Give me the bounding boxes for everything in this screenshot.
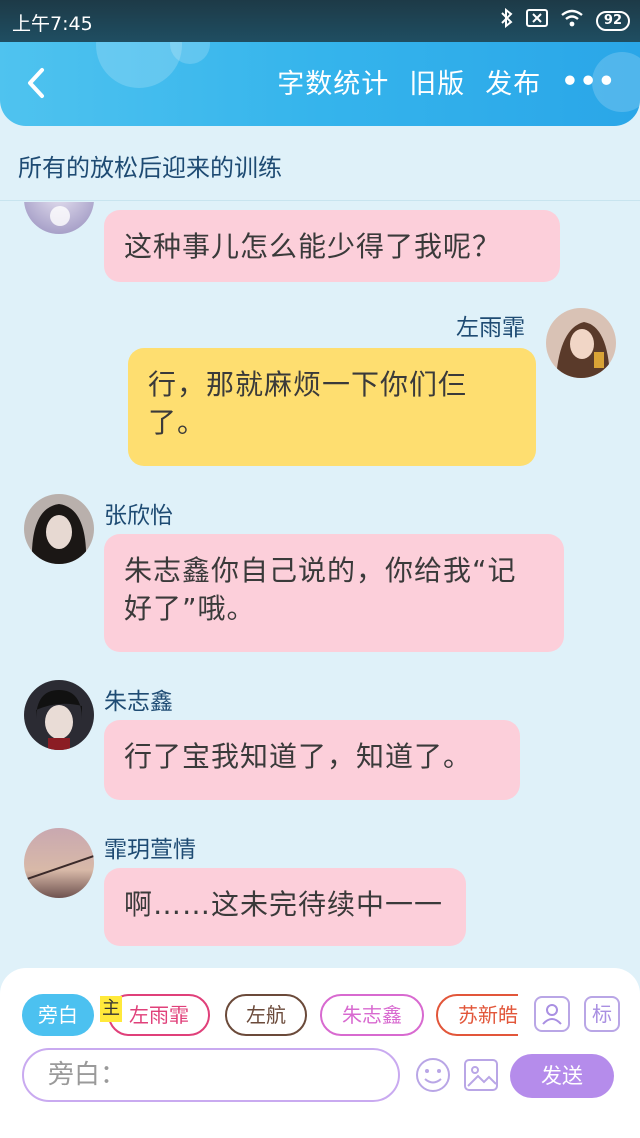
send-button[interactable]: 发送 bbox=[510, 1054, 614, 1098]
chat-area[interactable]: 这种事儿怎么能少得了我呢？ 左雨霏 行，那就麻烦一下你们仨了。 张欣怡 朱志鑫你… bbox=[0, 202, 640, 968]
publish-button[interactable]: 发布 bbox=[485, 62, 541, 101]
story-title: 所有的放松后迎来的训练 bbox=[18, 154, 282, 182]
speaker-name: 左雨霏 bbox=[456, 315, 525, 341]
header-actions: 字数统计 旧版 发布 ••• bbox=[277, 62, 616, 101]
battery-indicator: 92 bbox=[595, 10, 630, 31]
main-character-tag: 主 bbox=[100, 996, 122, 1022]
message-input[interactable] bbox=[24, 1050, 398, 1100]
message-bubble[interactable]: 朱志鑫你自己说的，你给我“记好了”哦。 bbox=[104, 534, 564, 652]
message-bubble[interactable]: 这种事儿怎么能少得了我呢？ bbox=[104, 210, 560, 282]
smiley-icon bbox=[416, 1058, 450, 1092]
avatar[interactable] bbox=[24, 680, 94, 750]
wifi-icon bbox=[560, 9, 584, 32]
chip-zuo-yufei[interactable]: 左雨霏 bbox=[108, 994, 210, 1036]
speaker-name: 张欣怡 bbox=[104, 503, 173, 529]
chip-zuo-hang[interactable]: 左航 bbox=[225, 994, 307, 1036]
image-icon bbox=[464, 1059, 498, 1091]
avatar[interactable] bbox=[24, 202, 94, 234]
word-count-button[interactable]: 字数统计 bbox=[277, 62, 389, 101]
message-input-wrapper[interactable] bbox=[22, 1048, 400, 1102]
decorative-bubble bbox=[96, 42, 182, 88]
avatar[interactable] bbox=[24, 494, 94, 564]
status-time: 上午7:45 bbox=[12, 13, 93, 35]
chip-narration[interactable]: 旁白 bbox=[22, 994, 94, 1036]
speaker-name: 朱志鑫 bbox=[104, 689, 173, 715]
divider bbox=[0, 200, 640, 201]
old-version-button[interactable]: 旧版 bbox=[409, 62, 465, 101]
avatar[interactable] bbox=[24, 828, 94, 898]
character-chips[interactable]: 旁白 主 左雨霏 左航 朱志鑫 苏新皓 bbox=[22, 994, 518, 1038]
person-icon bbox=[542, 1004, 562, 1025]
message-bubble[interactable]: 行，那就麻烦一下你们仨了。 bbox=[128, 348, 536, 466]
composer-panel: 旁白 主 左雨霏 左航 朱志鑫 苏新皓 标 发送 bbox=[0, 968, 640, 1138]
back-button[interactable] bbox=[18, 60, 54, 106]
message-bubble[interactable]: 行了宝我知道了，知道了。 bbox=[104, 720, 520, 800]
top-navigation-bar: 字数统计 旧版 发布 ••• bbox=[0, 42, 640, 126]
more-options-button[interactable]: ••• bbox=[561, 66, 616, 97]
chip-zhu-zhixin[interactable]: 朱志鑫 bbox=[320, 994, 424, 1036]
chip-su-xinhao[interactable]: 苏新皓 bbox=[436, 994, 518, 1036]
bluetooth-icon bbox=[500, 7, 514, 33]
status-icons: 92 bbox=[500, 7, 630, 33]
tag-button[interactable]: 标 bbox=[584, 996, 620, 1032]
avatar[interactable] bbox=[546, 308, 616, 378]
speaker-name: 霏玥萱情 bbox=[104, 837, 196, 863]
image-button[interactable] bbox=[462, 1056, 500, 1094]
emoji-button[interactable] bbox=[414, 1056, 452, 1094]
status-bar: 上午7:45 92 bbox=[0, 0, 640, 42]
message-bubble[interactable]: 啊……这未完待续中一一 bbox=[104, 868, 466, 946]
character-manage-button[interactable] bbox=[534, 996, 570, 1032]
sim-off-icon bbox=[525, 9, 548, 32]
chevron-left-icon bbox=[28, 68, 44, 98]
